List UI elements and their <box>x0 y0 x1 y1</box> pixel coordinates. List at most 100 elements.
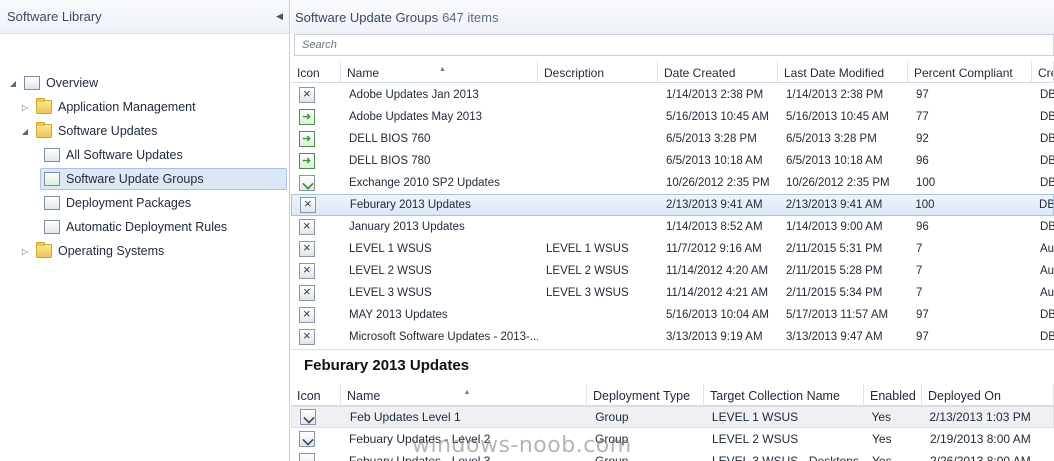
cell-type: Group <box>595 410 629 424</box>
table-row[interactable]: LEVEL 2 WSUS LEVEL 2 WSUS 11/14/2012 4:20 … <box>291 260 1054 282</box>
cell-crea: DB <box>1040 89 1054 101</box>
column-header[interactable]: Enabled <box>864 384 922 406</box>
column-header-label: Description <box>544 66 605 80</box>
cell-created: 11/14/2012 4:20 AM <box>666 265 769 277</box>
search-input[interactable]: Search <box>294 34 1054 56</box>
table-row[interactable]: MAY 2013 Updates 5/16/2013 10:04 AM 5/17/2… <box>291 304 1054 326</box>
row-icon-cell <box>291 131 341 147</box>
tree-item-label: Automatic Deployment Rules <box>66 220 228 234</box>
cell-compliant: 77 <box>916 111 929 123</box>
cell-modified: 10/26/2012 2:35 PM <box>786 177 890 189</box>
cell-modified: 5/16/2013 10:45 AM <box>786 111 889 123</box>
cell-compliant: 100 <box>916 177 936 189</box>
column-header-label: Deployed On <box>928 389 1001 403</box>
cell-modified: 2/11/2015 5:28 PM <box>786 265 883 277</box>
deployment-icon <box>299 453 315 461</box>
column-header[interactable]: Description <box>538 61 658 83</box>
column-header-label: Icon <box>297 389 321 403</box>
expander-icon[interactable]: ▷ <box>20 247 30 256</box>
cell-type: Group <box>595 432 629 446</box>
cell-compliant: 96 <box>916 221 929 233</box>
cell-modified: 6/5/2013 3:28 PM <box>786 133 877 145</box>
table-row[interactable]: Febuary Updates - Level 3 Group LEVEL 3 WS… <box>291 450 1054 461</box>
tree-item[interactable]: All Software Updates <box>44 144 183 166</box>
column-header[interactable]: Date Created <box>658 61 778 83</box>
table-row[interactable]: Exchange 2010 SP2 Updates 10/26/2012 2:35… <box>291 172 1054 194</box>
table-row[interactable]: DELL BIOS 780 6/5/2013 10:18 AM 6/5/2013 1… <box>291 150 1054 172</box>
cell-created: 5/16/2013 10:04 AM <box>666 309 769 321</box>
sort-ascending-icon: ▲ <box>463 389 471 396</box>
column-header[interactable]: Icon <box>291 384 341 406</box>
table-row[interactable]: January 2013 Updates 1/14/2013 8:52 AM 1/1… <box>291 216 1054 238</box>
cell-modified: 2/11/2015 5:31 PM <box>786 243 883 255</box>
table-row[interactable]: Febuary Updates - Level 2 Group LEVEL 2 WS… <box>291 428 1054 450</box>
expander-icon[interactable]: ◢ <box>8 79 18 88</box>
detail-title: Feburary 2013 Updates <box>304 357 470 374</box>
item-count: 647 items <box>442 9 499 25</box>
cell-created: 3/13/2013 9:19 AM <box>666 331 763 343</box>
column-header-label: Percent Compliant <box>914 66 1013 80</box>
rules-icon <box>44 220 60 234</box>
column-header[interactable]: Last Date Modified <box>778 61 908 83</box>
cell-name: LEVEL 3 WSUS <box>349 287 432 299</box>
table-row[interactable]: Adobe Updates May 2013 5/16/2013 10:45 AM… <box>291 106 1054 128</box>
column-header[interactable]: Icon <box>291 61 341 83</box>
tree-item[interactable]: Automatic Deployment Rules <box>44 216 227 238</box>
collapse-pane-icon[interactable]: ◀ <box>276 11 283 22</box>
column-header[interactable]: Name ▲ <box>341 384 587 406</box>
tree-item[interactable]: ◢ Overview <box>8 72 98 94</box>
cell-name: Adobe Updates May 2013 <box>349 111 482 123</box>
cell-crea: DB <box>1040 177 1054 189</box>
table-row[interactable]: Adobe Updates Jan 2013 1/14/2013 2:38 PM 1… <box>291 84 1054 106</box>
cell-created: 1/14/2013 8:52 AM <box>666 221 763 233</box>
cell-name: Febuary Updates - Level 2 <box>349 432 491 446</box>
pane-divider[interactable] <box>291 349 1054 350</box>
cell-crea: DB <box>1040 133 1054 145</box>
table-row[interactable]: LEVEL 3 WSUS LEVEL 3 WSUS 11/14/2012 4:21 … <box>291 282 1054 304</box>
content-header: Software Update Groups 647 items <box>291 0 1054 34</box>
expander-icon[interactable]: ◢ <box>20 127 30 136</box>
cell-compliant: 7 <box>916 287 923 299</box>
cell-name: DELL BIOS 760 <box>349 133 431 145</box>
tree-item[interactable]: Software Update Groups <box>40 168 287 190</box>
table-row[interactable]: Feburary 2013 Updates 2/13/2013 9:41 AM 2/… <box>291 194 1054 216</box>
column-header[interactable]: Crea <box>1032 61 1054 83</box>
table-row[interactable]: DELL BIOS 760 6/5/2013 3:28 PM 6/5/2013 3:… <box>291 128 1054 150</box>
cell-collection: LEVEL 1 WSUS <box>711 410 799 424</box>
column-header-label: Last Date Modified <box>784 66 885 80</box>
cell-type: Group <box>595 454 629 461</box>
cell-modified: 1/14/2013 2:38 PM <box>786 89 884 101</box>
column-header[interactable]: Deployment Type <box>587 384 704 406</box>
folder-icon <box>36 98 52 114</box>
cell-compliant: 100 <box>915 199 935 211</box>
cell-deployed: 2/19/2013 8:00 AM <box>930 432 1031 446</box>
row-icon-cell <box>291 453 341 461</box>
column-header[interactable]: Name ▲ <box>341 61 538 83</box>
page-title: Software Update Groups <box>295 9 439 25</box>
tree-item[interactable]: Deployment Packages <box>44 192 191 214</box>
tree-item[interactable]: ◢ Software Updates <box>20 120 157 142</box>
cell-compliant: 97 <box>916 309 929 321</box>
column-header[interactable]: Deployed On <box>922 384 1054 406</box>
cell-modified: 2/11/2015 5:34 PM <box>786 287 883 299</box>
cell-modified: 5/17/2013 11:57 AM <box>786 309 889 321</box>
cell-enabled: Yes <box>872 454 892 461</box>
update-group-status-icon <box>299 109 315 125</box>
cell-compliant: 97 <box>916 331 929 343</box>
table-row[interactable]: Microsoft Software Updates - 2013-... 3/1… <box>291 326 1054 348</box>
cell-created: 5/16/2013 10:45 AM <box>666 111 769 123</box>
cell-crea: DB <box>1040 331 1054 343</box>
column-header[interactable]: Target Collection Name <box>704 384 864 406</box>
table-row[interactable]: Feb Updates Level 1 Group LEVEL 1 WSUS Yes 2… <box>291 406 1054 428</box>
table-row[interactable]: LEVEL 1 WSUS LEVEL 1 WSUS 11/7/2012 9:16 A… <box>291 238 1054 260</box>
tree-item[interactable]: ▷ Operating Systems <box>20 240 164 262</box>
cell-collection: LEVEL 3 WSUS - Desktops <box>712 454 859 461</box>
cell-compliant: 96 <box>916 155 929 167</box>
expander-icon[interactable]: ▷ <box>20 103 30 112</box>
cell-name: Microsoft Software Updates - 2013-... <box>349 331 538 343</box>
column-header-label: Name <box>347 66 380 80</box>
tree-item[interactable]: ▷ Application Management <box>20 96 196 118</box>
column-header-label: Enabled <box>870 389 916 403</box>
deployment-icon <box>299 431 315 447</box>
column-header[interactable]: Percent Compliant <box>908 61 1032 83</box>
